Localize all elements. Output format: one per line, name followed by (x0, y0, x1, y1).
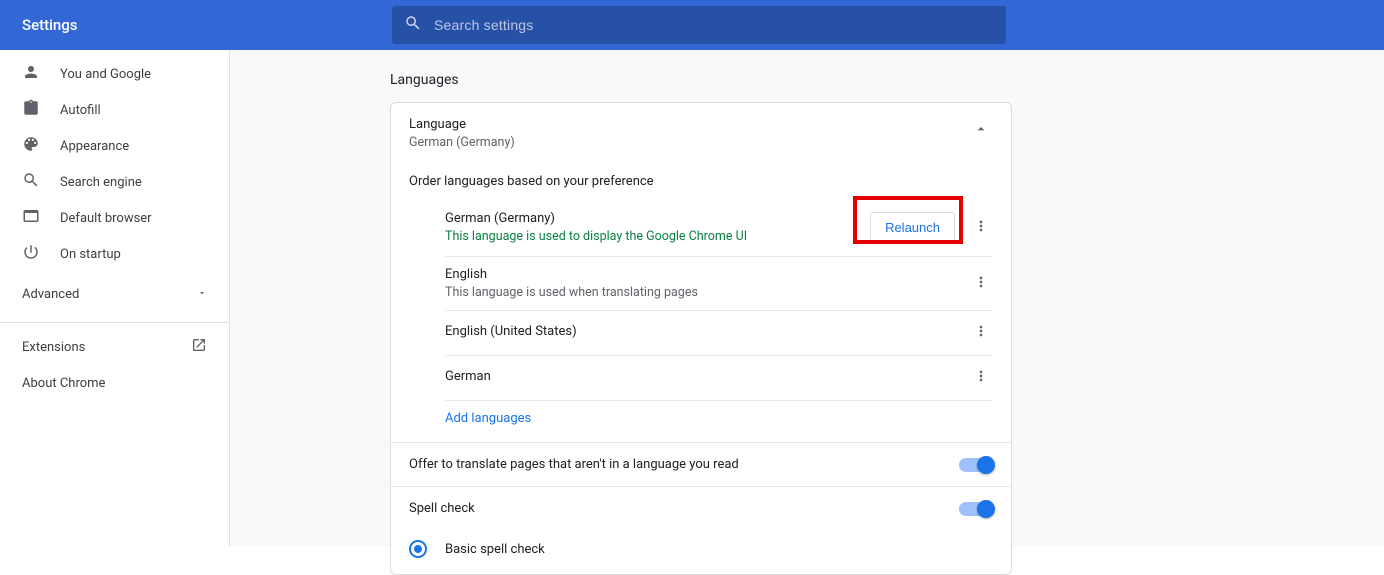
language-current: German (Germany) (409, 135, 515, 150)
sidebar-item-label: Default browser (60, 211, 152, 226)
chevron-up-icon (973, 121, 989, 141)
language-name: English (United States) (445, 324, 969, 339)
basic-spell-check-option[interactable]: Basic spell check (409, 540, 993, 558)
offer-translate-label: Offer to translate pages that aren't in … (409, 457, 739, 472)
sidebar-item-label: Autofill (60, 103, 101, 118)
search-icon (402, 14, 434, 36)
sidebar-item-you-and-google[interactable]: You and Google (0, 56, 229, 92)
search-box[interactable] (392, 6, 1006, 44)
more-vert-icon (973, 274, 989, 294)
spell-check-row: Spell check (409, 501, 993, 516)
language-expand-row[interactable]: Language German (Germany) (409, 117, 993, 150)
spell-check-toggle[interactable] (959, 502, 993, 516)
advanced-section[interactable]: Advanced (0, 272, 229, 316)
add-languages-button[interactable]: Add languages (445, 401, 993, 426)
languages-card: Language German (Germany) Order language… (390, 102, 1012, 575)
language-name: German (445, 369, 969, 384)
more-vert-icon (973, 218, 989, 238)
language-section-title: Language (409, 117, 515, 132)
open-external-icon (191, 337, 207, 357)
sidebar-item-search-engine[interactable]: Search engine (0, 164, 229, 200)
offer-translate-toggle[interactable] (959, 458, 993, 472)
sidebar-item-appearance[interactable]: Appearance (0, 128, 229, 164)
order-instruction: Order languages based on your preference (409, 174, 993, 189)
language-row: German (Germany) This language is used t… (445, 199, 993, 257)
language-menu-button[interactable] (969, 216, 993, 240)
clipboard-icon (22, 99, 60, 121)
language-row: English (United States) (445, 311, 993, 356)
spell-check-label: Spell check (409, 501, 475, 516)
sidebar-item-on-startup[interactable]: On startup (0, 236, 229, 272)
section-heading: Languages (390, 72, 1384, 88)
more-vert-icon (973, 323, 989, 343)
search-input[interactable] (434, 17, 996, 33)
relaunch-button[interactable]: Relaunch (870, 212, 955, 243)
sidebar-item-default-browser[interactable]: Default browser (0, 200, 229, 236)
offer-translate-row: Offer to translate pages that aren't in … (391, 442, 1011, 486)
sidebar-item-label: On startup (60, 247, 121, 262)
sidebar: You and Google Autofill Appearance Searc… (0, 50, 230, 546)
sidebar-item-extensions[interactable]: Extensions (0, 329, 229, 365)
search-icon (22, 171, 60, 193)
language-menu-button[interactable] (969, 366, 993, 390)
language-name: German (Germany) (445, 211, 870, 226)
language-note: This language is used to display the Goo… (445, 229, 870, 244)
divider (0, 322, 230, 323)
person-icon (22, 63, 60, 85)
basic-spell-check-label: Basic spell check (445, 542, 545, 557)
sidebar-item-label: You and Google (60, 67, 151, 82)
language-name: English (445, 267, 969, 282)
extensions-label: Extensions (22, 340, 85, 355)
language-note: This language is used when translating p… (445, 285, 969, 300)
sidebar-item-autofill[interactable]: Autofill (0, 92, 229, 128)
language-list: German (Germany) This language is used t… (445, 199, 993, 426)
sidebar-item-label: Appearance (60, 139, 129, 154)
language-row: English This language is used when trans… (445, 257, 993, 311)
more-vert-icon (973, 368, 989, 388)
sidebar-item-label: Search engine (60, 175, 142, 190)
advanced-label: Advanced (22, 287, 79, 302)
palette-icon (22, 135, 60, 157)
language-menu-button[interactable] (969, 272, 993, 296)
language-menu-button[interactable] (969, 321, 993, 345)
page-title: Settings (22, 16, 78, 34)
about-label: About Chrome (22, 376, 105, 391)
browser-icon (22, 207, 60, 229)
power-icon (22, 243, 60, 265)
radio-button[interactable] (409, 540, 427, 558)
language-row: German (445, 356, 993, 401)
sidebar-item-about-chrome[interactable]: About Chrome (0, 365, 229, 401)
main-content: Languages Language German (Germany) Orde… (230, 50, 1384, 546)
caret-down-icon (197, 287, 207, 302)
